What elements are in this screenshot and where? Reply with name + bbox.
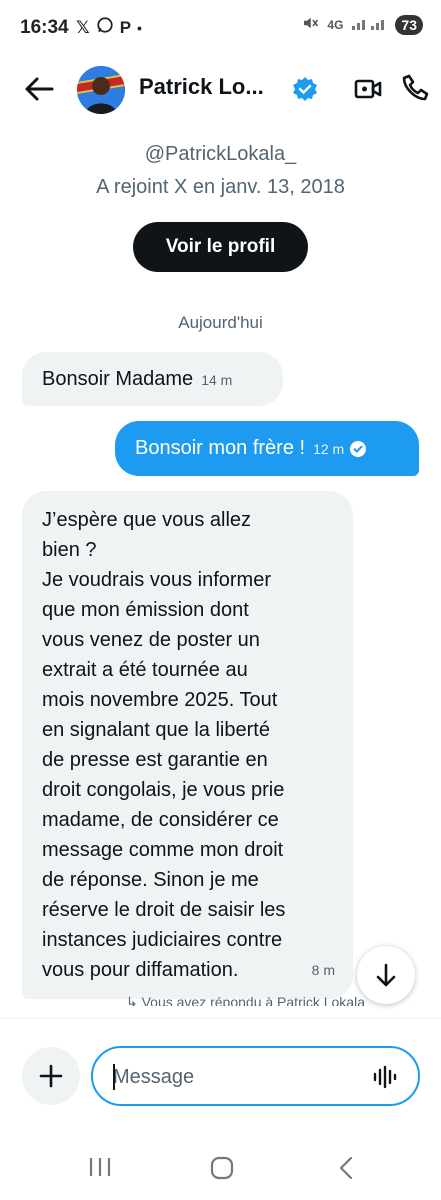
video-camera-icon — [354, 79, 382, 99]
message-composer[interactable] — [91, 1046, 420, 1106]
profile-handle: @PatrickLokala_ — [144, 143, 297, 165]
system-navigation-bar — [0, 1134, 441, 1200]
arrow-down-icon — [376, 963, 396, 987]
system-icons: 4G 73 — [301, 14, 423, 35]
message-text: J’espère que vous allez bien ? Je voudra… — [42, 509, 286, 981]
message-bubble-incoming[interactable]: Bonsoir Madame 14 m — [22, 352, 283, 406]
status-bar: 16:34 𝕏 P • 4G 73 — [0, 0, 441, 56]
arrow-left-icon — [25, 77, 54, 101]
verified-badge-icon — [293, 77, 317, 101]
mute-icon — [301, 14, 319, 35]
recents-icon — [89, 1158, 111, 1176]
read-check-icon — [350, 440, 367, 457]
network-type: 4G — [327, 17, 344, 32]
recents-button[interactable] — [88, 1156, 112, 1178]
notification-icons: 𝕏 P • — [76, 16, 142, 39]
dot-icon: • — [137, 19, 142, 36]
message-time: 8 m — [311, 962, 335, 978]
composer-divider — [0, 1018, 441, 1019]
message-time: 12 m — [313, 441, 345, 457]
message-time: 14 m — [201, 372, 233, 388]
partial-reply-indicator: ↳ Vous avez répondu à Patrick Lokala — [126, 994, 365, 1006]
home-icon — [210, 1156, 234, 1180]
whatsapp-icon — [96, 16, 114, 39]
voice-message-button[interactable] — [372, 1064, 398, 1090]
phone-icon — [402, 74, 429, 101]
x-icon: 𝕏 — [76, 17, 90, 37]
signal-icon — [351, 15, 387, 34]
profile-joined-date: A rejoint X en janv. 13, 2018 — [96, 176, 345, 198]
message-text: Bonsoir mon frère ! — [135, 437, 306, 459]
date-separator: Aujourd'hui — [178, 313, 263, 332]
p-icon: P — [119, 17, 132, 37]
message-bubble-incoming[interactable]: J’espère que vous allez bien ? Je voudra… — [22, 491, 353, 999]
message-bubble-outgoing[interactable]: Bonsoir mon frère ! 12 m — [115, 421, 419, 476]
plus-icon — [39, 1064, 63, 1088]
audio-call-button[interactable] — [401, 73, 431, 103]
avatar-image — [77, 66, 125, 114]
contact-name[interactable]: Patrick Lo... — [139, 74, 264, 100]
status-time: 16:34 — [20, 17, 69, 38]
system-back-button[interactable] — [336, 1156, 356, 1180]
chevron-left-icon — [339, 1156, 353, 1180]
message-text: Bonsoir Madame — [42, 368, 194, 390]
waveform-icon — [373, 1065, 397, 1089]
video-call-button[interactable] — [353, 74, 383, 104]
message-input[interactable] — [113, 1062, 353, 1092]
battery-level: 73 — [395, 14, 423, 35]
avatar[interactable] — [77, 66, 125, 114]
back-button[interactable] — [22, 72, 56, 106]
view-profile-button[interactable]: Voir le profil — [133, 222, 308, 272]
add-media-button[interactable] — [22, 1047, 80, 1105]
conversation-header: Patrick Lo... — [0, 56, 441, 120]
text-caret — [113, 1064, 115, 1090]
home-button[interactable] — [210, 1156, 234, 1180]
